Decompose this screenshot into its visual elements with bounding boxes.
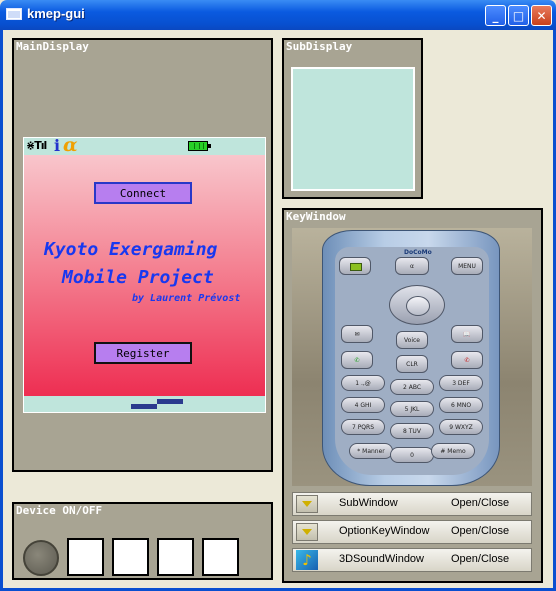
- key-0[interactable]: 0: [390, 447, 434, 463]
- main-display-panel: MainDisplay ⋇Tıl i α Connect Kyoto Exerg…: [12, 38, 273, 472]
- minimize-button[interactable]: _: [485, 5, 506, 26]
- app-content: Connect Kyoto Exergaming Mobile Project …: [24, 155, 265, 396]
- key-window-label: KeyWindow: [286, 210, 346, 223]
- key-hash[interactable]: # Memo: [431, 443, 475, 459]
- imode-key[interactable]: [339, 257, 371, 275]
- option-key-window-label: OptionKeyWindow: [339, 525, 430, 537]
- option-key-window-toggle-button[interactable]: OptionKeyWindow Open/Close: [292, 520, 532, 544]
- sub-display-panel: SubDisplay: [282, 38, 423, 199]
- 3d-sound-window-action: Open/Close: [451, 553, 510, 565]
- call-icon: ✆: [354, 356, 360, 364]
- headline-line-1: Kyoto Exergaming: [44, 239, 218, 260]
- window-title: kmep-gui: [27, 6, 85, 21]
- end-call-icon: ✆: [464, 356, 470, 364]
- imode-icon: [350, 263, 362, 271]
- key-star[interactable]: * Manner: [349, 443, 393, 459]
- sub-window-label: SubWindow: [339, 497, 398, 509]
- maximize-button[interactable]: □: [508, 5, 529, 26]
- close-button[interactable]: ✕: [531, 5, 552, 26]
- 3d-sound-window-toggle-button[interactable]: ♪ 3DSoundWindow Open/Close: [292, 548, 532, 572]
- soft-key-right-indicator: [157, 399, 183, 404]
- app-window-icon: [6, 8, 22, 20]
- device-slot-3[interactable]: [157, 538, 194, 576]
- byline: by Laurent Prévost: [132, 293, 241, 304]
- key-1[interactable]: 1 .,@: [341, 375, 385, 391]
- key-3[interactable]: 3 DEF: [439, 375, 483, 391]
- soft-key-left-indicator: [131, 404, 157, 409]
- device-slot-1[interactable]: [67, 538, 104, 576]
- headline-line-2: Mobile Project: [62, 267, 214, 288]
- mail-icon: ✉: [354, 330, 360, 338]
- option-key-window-action: Open/Close: [451, 525, 510, 537]
- device-slot-2[interactable]: [112, 538, 149, 576]
- key-5[interactable]: 5 JKL: [390, 401, 434, 417]
- triangle-down-icon: [296, 495, 318, 513]
- key-6[interactable]: 6 MNO: [439, 397, 483, 413]
- book-icon: 📖: [463, 330, 471, 338]
- mail-key[interactable]: ✉: [341, 325, 373, 343]
- register-button[interactable]: Register: [94, 342, 192, 364]
- key-4[interactable]: 4 GHI: [341, 397, 385, 413]
- sub-screen: [291, 67, 415, 191]
- sub-window-toggle-button[interactable]: SubWindow Open/Close: [292, 492, 532, 516]
- phonebook-key[interactable]: 📖: [451, 325, 483, 343]
- signal-antenna-icon: ⋇Tıl: [26, 139, 47, 152]
- soft-key-bar: [24, 396, 265, 412]
- main-screen[interactable]: ⋇Tıl i α Connect Kyoto Exergaming Mobile…: [23, 134, 266, 413]
- call-key[interactable]: ✆: [341, 351, 373, 369]
- battery-icon: [188, 141, 211, 151]
- main-display-label: MainDisplay: [16, 40, 89, 53]
- music-note-icon: ♪: [296, 550, 318, 570]
- alpha-key[interactable]: α: [395, 257, 429, 275]
- key-2[interactable]: 2 ABC: [390, 379, 434, 395]
- keypad-face: DoCoMo α MENU ✉ Voice 📖 ✆ CLR ✆ 1 .,@ 2 …: [335, 247, 489, 475]
- title-bar: kmep-gui _ □ ✕: [0, 0, 556, 30]
- voice-key[interactable]: Voice: [396, 331, 428, 349]
- alpha-icon: α: [63, 134, 78, 156]
- phone-keypad-image: DoCoMo α MENU ✉ Voice 📖 ✆ CLR ✆ 1 .,@ 2 …: [322, 230, 500, 486]
- device-slot-4[interactable]: [202, 538, 239, 576]
- clear-key[interactable]: CLR: [396, 355, 428, 373]
- power-indicator[interactable]: [23, 540, 59, 576]
- end-key[interactable]: ✆: [451, 351, 483, 369]
- triangle-down-icon: [296, 523, 318, 541]
- key-8[interactable]: 8 TUV: [390, 423, 434, 439]
- key-7[interactable]: 7 PQRS: [341, 419, 385, 435]
- brand-logo: DoCoMo: [404, 249, 432, 256]
- key-9[interactable]: 9 WXYZ: [439, 419, 483, 435]
- keypad-background: DoCoMo α MENU ✉ Voice 📖 ✆ CLR ✆ 1 .,@ 2 …: [292, 228, 532, 486]
- menu-key[interactable]: MENU: [451, 257, 483, 275]
- 3d-sound-window-label: 3DSoundWindow: [339, 553, 424, 565]
- status-bar: ⋇Tıl i α: [24, 134, 265, 156]
- dpad-navigation-key[interactable]: [389, 285, 445, 325]
- device-panel: Device ON/OFF: [12, 502, 273, 580]
- sub-window-action: Open/Close: [451, 497, 510, 509]
- device-label: Device ON/OFF: [16, 504, 103, 517]
- key-window-panel: KeyWindow DoCoMo α MENU ✉ Voice 📖 ✆ CLR …: [282, 208, 543, 583]
- info-icon: i: [54, 136, 61, 155]
- sub-display-label: SubDisplay: [286, 40, 353, 53]
- connect-button[interactable]: Connect: [94, 182, 192, 204]
